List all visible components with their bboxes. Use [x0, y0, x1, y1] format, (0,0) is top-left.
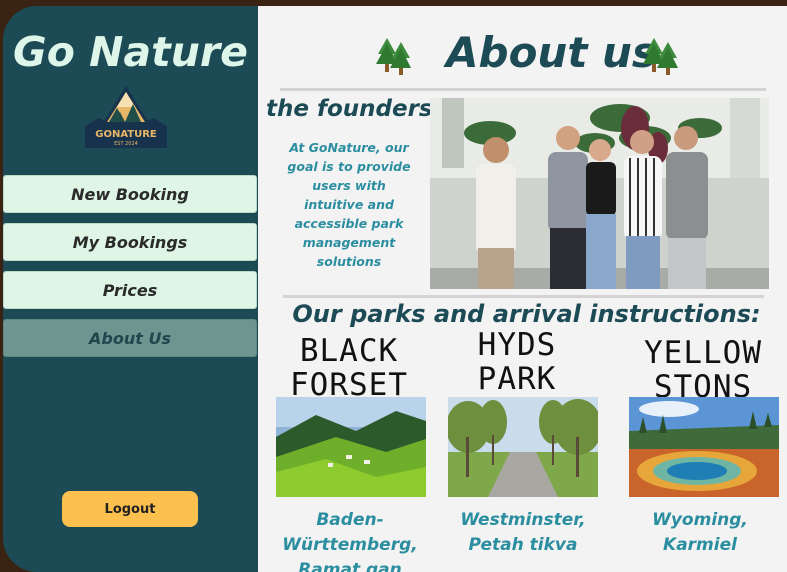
founders-heading: the founders	[266, 96, 433, 122]
park-location-yellow-stons: Wyoming, Karmiel	[620, 508, 780, 558]
brand-title: Go Nature	[13, 28, 248, 76]
park-image-hyds-park	[448, 397, 598, 497]
park-name-hyds-park: HYDS PARK	[442, 328, 592, 396]
park-location-hyds-park: Westminster, Petah tikva	[438, 508, 608, 558]
logout-button[interactable]: Logout	[62, 491, 198, 527]
gonature-logo: GONATURE EST 2024	[85, 86, 167, 148]
logo-name: GONATURE	[95, 129, 157, 140]
nav-about-us[interactable]: About Us	[3, 319, 257, 357]
divider	[280, 88, 766, 91]
nav-prices[interactable]: Prices	[3, 271, 257, 309]
main-content: About us the founders At GoNature, our g…	[258, 6, 787, 572]
park-image-black-forset	[276, 397, 426, 497]
park-name-line: BLACK	[299, 333, 399, 369]
tree-icon	[376, 38, 411, 75]
park-location-line: Petah tikva	[468, 535, 578, 555]
park-name-black-forset: BLACK FORSET	[274, 334, 424, 402]
park-location-line: Wyoming,	[652, 510, 748, 530]
park-location-black-forset: Baden-Württemberg, Ramat gan	[258, 508, 442, 572]
park-image-yellow-stons	[629, 397, 779, 497]
park-location-line: Westminster,	[460, 510, 586, 530]
founders-photo	[430, 98, 769, 289]
park-location-line: Ramat gan	[298, 560, 402, 572]
park-location-line: Baden-Württemberg,	[282, 510, 418, 555]
park-name-line: HYDS	[477, 327, 557, 363]
logo-sub: EST 2024	[114, 141, 138, 147]
nav-my-bookings[interactable]: My Bookings	[3, 223, 257, 261]
founders-description: At GoNature, our goal is to provide user…	[287, 140, 411, 269]
parks-heading: Our parks and arrival instructions:	[292, 300, 761, 328]
divider	[283, 295, 764, 298]
nav-new-booking[interactable]: New Booking	[3, 175, 257, 213]
park-name-line: YELLOW	[644, 335, 762, 371]
park-name-line: PARK	[477, 361, 557, 397]
page-title: About us	[446, 28, 657, 77]
park-location-line: Karmiel	[663, 535, 737, 555]
tree-icon	[643, 38, 678, 75]
title-row: About us	[258, 28, 787, 80]
sidebar: Go Nature GONATURE EST 2024 New Booking …	[3, 6, 258, 572]
park-name-yellow-stons: YELLOW STONS	[623, 336, 783, 404]
